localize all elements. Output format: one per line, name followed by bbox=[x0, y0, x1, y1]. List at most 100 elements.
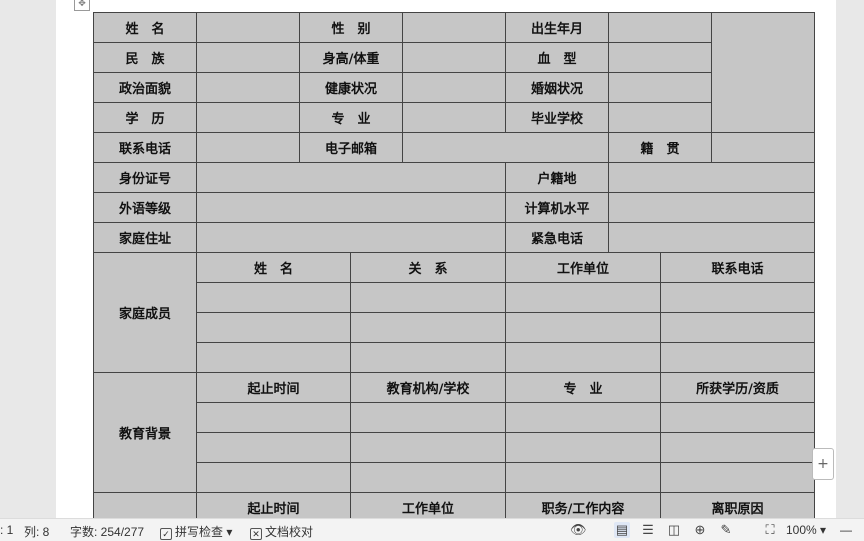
blood-field[interactable] bbox=[608, 42, 712, 73]
add-row-button[interactable]: + bbox=[812, 448, 834, 480]
education-field[interactable] bbox=[196, 102, 300, 133]
word-count[interactable]: 字数: 254/277 bbox=[70, 523, 144, 540]
table-cell[interactable] bbox=[660, 432, 815, 463]
edu-header-school: 教育机构/学校 bbox=[350, 372, 506, 403]
table-cell[interactable] bbox=[350, 462, 506, 493]
table-cell[interactable] bbox=[350, 282, 506, 313]
table-cell[interactable] bbox=[196, 312, 351, 343]
table-cell[interactable] bbox=[350, 342, 506, 373]
name-field[interactable] bbox=[196, 12, 300, 43]
birth-field[interactable] bbox=[608, 12, 712, 43]
hukou-field[interactable] bbox=[608, 162, 815, 193]
phone-field[interactable] bbox=[196, 132, 300, 163]
marital-field[interactable] bbox=[608, 72, 712, 103]
table-row: 家庭住址 紧急电话 bbox=[93, 222, 815, 253]
computer-label: 计算机水平 bbox=[505, 192, 609, 223]
table-cell[interactable] bbox=[660, 462, 815, 493]
gender-field[interactable] bbox=[402, 12, 506, 43]
table-row bbox=[94, 462, 815, 493]
resume-form-table: 姓 名 性 别 出生年月 民 族 身高/体重 血 型 政治面貌 健康状况 婚姻状… bbox=[93, 12, 815, 523]
status-bar: : 1 列: 8 字数: 254/277 ✓ 拼写检查 ▾ ✕ 文档校对 👁 ▤ ☰… bbox=[0, 518, 864, 541]
check-icon: ✓ bbox=[160, 528, 172, 540]
table-cell[interactable] bbox=[350, 312, 506, 343]
email-field[interactable] bbox=[402, 132, 609, 163]
table-row: 家庭成员 姓 名 关 系 工作单位 联系电话 bbox=[93, 252, 815, 373]
address-label: 家庭住址 bbox=[93, 222, 197, 253]
table-row: 教育背景 起止时间 教育机构/学校 专 业 所获学历/资质 bbox=[93, 372, 815, 493]
table-row: 政治面貌 健康状况 婚姻状况 bbox=[93, 72, 815, 103]
emergency-label: 紧急电话 bbox=[505, 222, 609, 253]
ethnicity-field[interactable] bbox=[196, 42, 300, 73]
health-field[interactable] bbox=[402, 72, 506, 103]
table-cell[interactable] bbox=[660, 312, 815, 343]
family-header-name: 姓 名 bbox=[196, 252, 351, 283]
table-cell[interactable] bbox=[350, 402, 506, 433]
height-weight-field[interactable] bbox=[402, 42, 506, 73]
proofread-icon: ✕ bbox=[250, 528, 262, 540]
family-header-relation: 关 系 bbox=[350, 252, 506, 283]
table-cell[interactable] bbox=[196, 402, 351, 433]
table-row: 学 历 专 业 毕业学校 bbox=[93, 102, 815, 133]
table-row: 联系电话 电子邮箱 籍 贯 bbox=[93, 132, 815, 163]
zoom-level[interactable]: 100% ▾ bbox=[786, 523, 826, 537]
column-indicator[interactable]: 列: 8 bbox=[24, 523, 49, 540]
school-field[interactable] bbox=[608, 102, 712, 133]
spellcheck-button[interactable]: ✓ 拼写检查 ▾ bbox=[160, 523, 232, 540]
table-cell[interactable] bbox=[196, 342, 351, 373]
health-label: 健康状况 bbox=[299, 72, 403, 103]
id-label: 身份证号 bbox=[93, 162, 197, 193]
hukou-label: 户籍地 bbox=[505, 162, 609, 193]
family-header-employer: 工作单位 bbox=[505, 252, 661, 283]
table-cell[interactable] bbox=[660, 342, 815, 373]
table-cell[interactable] bbox=[196, 432, 351, 463]
page-indicator[interactable]: : 1 bbox=[0, 523, 13, 537]
table-cell[interactable] bbox=[660, 402, 815, 433]
edu-header-major: 专 业 bbox=[505, 372, 661, 403]
emergency-field[interactable] bbox=[608, 222, 815, 253]
table-cell[interactable] bbox=[505, 342, 661, 373]
pen-icon[interactable]: ✎ bbox=[718, 522, 734, 538]
native-label: 籍 贯 bbox=[608, 132, 712, 163]
table-cell[interactable] bbox=[505, 282, 661, 313]
table-cell[interactable] bbox=[505, 432, 661, 463]
address-field[interactable] bbox=[196, 222, 506, 253]
native-field[interactable] bbox=[711, 132, 815, 163]
proofread-label: 文档校对 bbox=[265, 525, 314, 539]
table-cell[interactable] bbox=[505, 312, 661, 343]
name-label: 姓 名 bbox=[93, 12, 197, 43]
table-cell[interactable] bbox=[196, 282, 351, 313]
table-row: 民 族 身高/体重 血 型 bbox=[93, 42, 815, 73]
page-view-icon[interactable]: ▤ bbox=[614, 522, 630, 538]
major-field[interactable] bbox=[402, 102, 506, 133]
computer-field[interactable] bbox=[608, 192, 815, 223]
table-cell[interactable] bbox=[350, 432, 506, 463]
table-move-handle-icon[interactable]: ✥ bbox=[74, 0, 90, 11]
book-icon[interactable]: ◫ bbox=[666, 522, 682, 538]
zoom-out-button[interactable]: — bbox=[840, 523, 852, 537]
table-cell[interactable] bbox=[196, 462, 351, 493]
document-canvas: ✥ 姓 名 性 别 出生年月 民 族 身高/体重 血 型 政治面貌 健康状况 婚… bbox=[0, 0, 864, 523]
id-field[interactable] bbox=[196, 162, 506, 193]
photo-cell[interactable] bbox=[711, 12, 815, 133]
table-cell[interactable] bbox=[660, 282, 815, 313]
web-icon[interactable]: ⊕ bbox=[692, 522, 708, 538]
table-cell[interactable] bbox=[505, 402, 661, 433]
language-label: 外语等级 bbox=[93, 192, 197, 223]
fit-icon[interactable]: ⛶ bbox=[762, 522, 778, 538]
email-label: 电子邮箱 bbox=[299, 132, 403, 163]
eye-icon[interactable]: 👁 bbox=[570, 522, 587, 538]
table-cell[interactable] bbox=[505, 462, 661, 493]
table-row bbox=[94, 402, 815, 433]
height-weight-label: 身高/体重 bbox=[299, 42, 403, 73]
table-row: 姓 名 性 别 出生年月 bbox=[93, 12, 815, 133]
political-field[interactable] bbox=[196, 72, 300, 103]
school-label: 毕业学校 bbox=[505, 102, 609, 133]
proofread-button[interactable]: ✕ 文档校对 bbox=[250, 523, 313, 540]
language-field[interactable] bbox=[196, 192, 506, 223]
table-row: 外语等级 计算机水平 bbox=[93, 192, 815, 223]
political-label: 政治面貌 bbox=[93, 72, 197, 103]
spellcheck-label: 拼写检查 bbox=[175, 525, 224, 539]
marital-label: 婚姻状况 bbox=[505, 72, 609, 103]
family-section-label: 家庭成员 bbox=[93, 252, 197, 373]
outline-icon[interactable]: ☰ bbox=[640, 522, 656, 538]
